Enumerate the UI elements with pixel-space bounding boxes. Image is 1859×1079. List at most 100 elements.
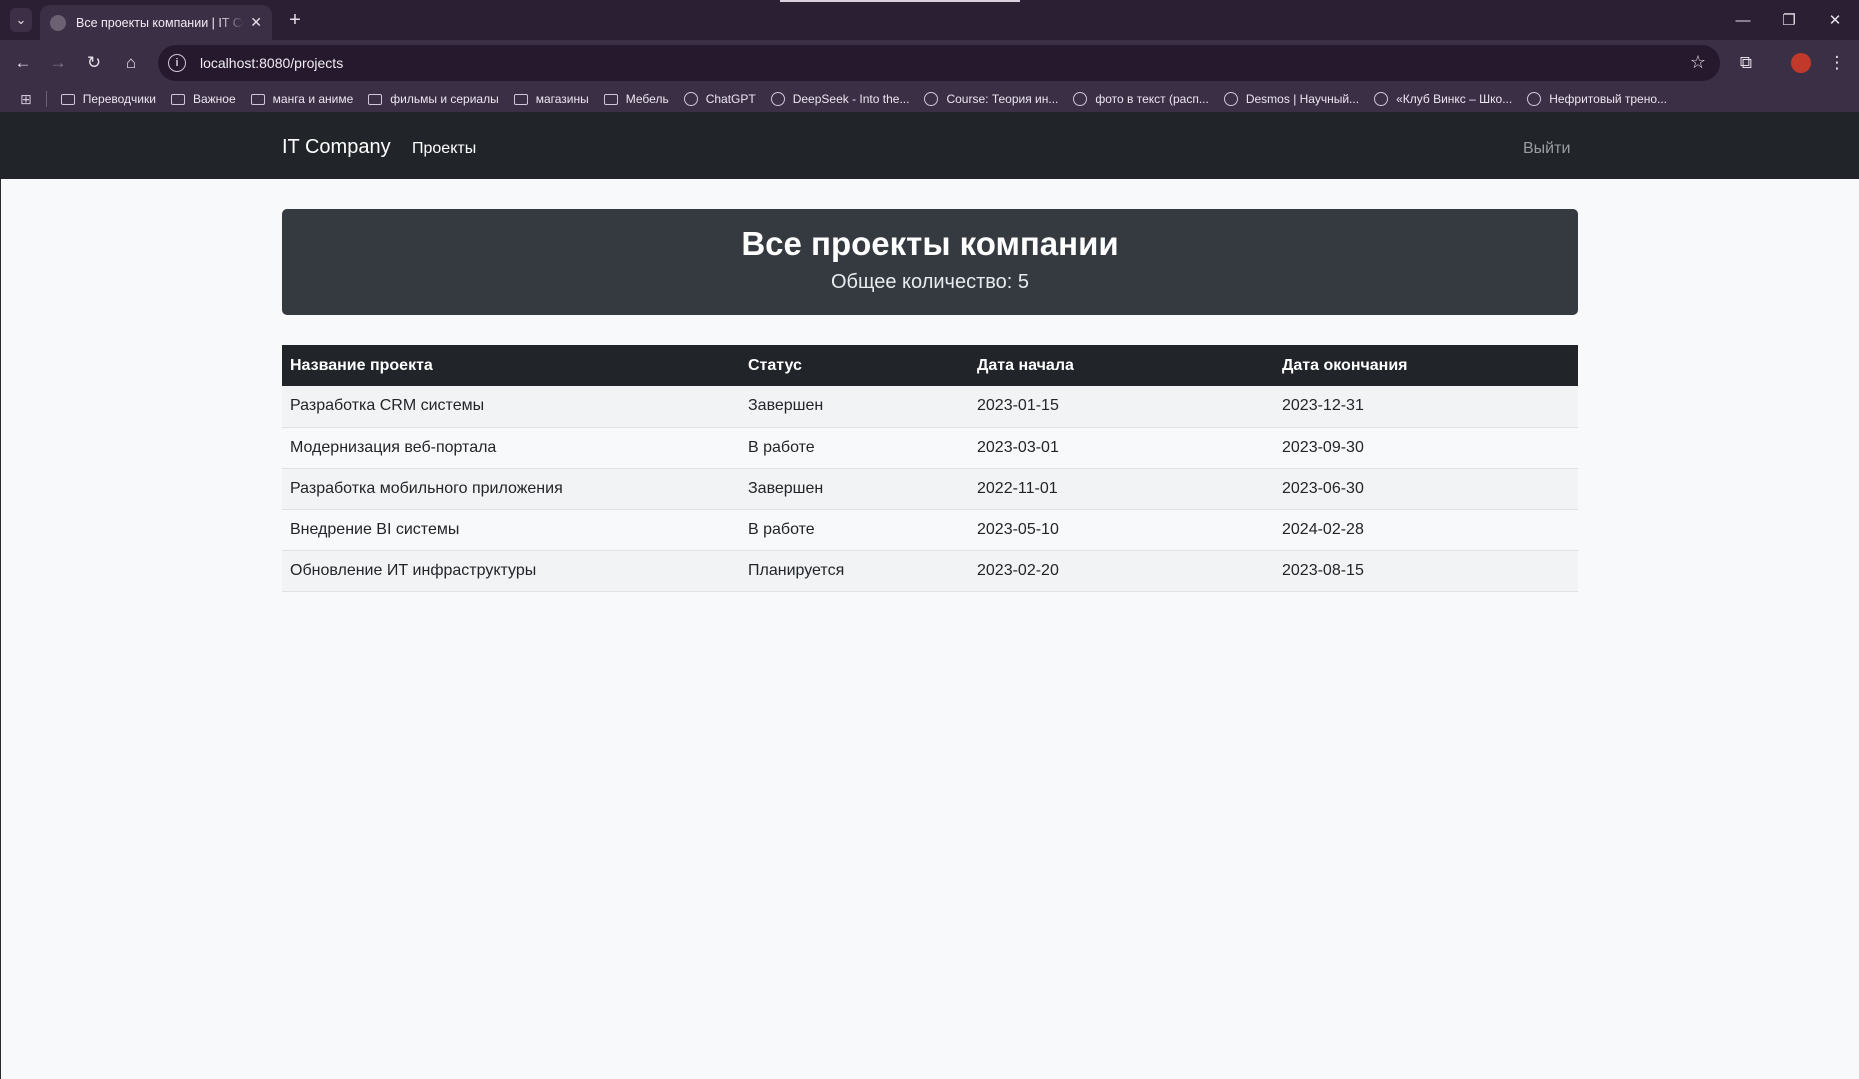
bookmark-label: фото в текст (расп... (1095, 92, 1209, 106)
bookmark-item[interactable]: «Клуб Винкс – Шко... (1374, 92, 1512, 106)
bookmark-item[interactable]: манга и аниме (250, 92, 353, 106)
column-header: Дата окончания (1274, 345, 1578, 386)
avatar-icon (1791, 53, 1811, 73)
bookmark-item[interactable]: DeepSeek - Into the... (770, 92, 910, 106)
deepseek-icon (770, 92, 785, 106)
bookmarks-bar: ⊞ Переводчики Важное манга и аниме фильмы и… (0, 86, 1859, 112)
globe-icon (1527, 92, 1542, 106)
table-cell: 2023-09-30 (1274, 427, 1578, 469)
close-icon: ✕ (1828, 12, 1842, 29)
arrow-left-icon: ← (14, 53, 32, 72)
bookmark-label: магазины (535, 92, 589, 106)
bookmark-item[interactable]: Переводчики (60, 92, 156, 106)
bookmark-label: ChatGPT (705, 92, 756, 106)
tab-strip: ⌄ Все проекты компании | IT Company ✕ + … (0, 0, 1859, 40)
bookmark-item[interactable]: фильмы и сериалы (368, 92, 499, 106)
project-count: Общее количество: 5 (830, 271, 1029, 293)
bookmark-item[interactable]: фото в текст (расп... (1073, 92, 1209, 106)
minimize-icon: — (1735, 11, 1751, 29)
bookmark-label: Переводчики (82, 92, 156, 106)
bookmark-item[interactable]: ChatGPT (683, 92, 756, 106)
arrow-right-icon: → (49, 53, 67, 72)
close-icon[interactable]: ✕ (250, 14, 262, 31)
home-icon: ⌂ (125, 53, 137, 72)
plus-icon: + (289, 8, 301, 31)
page-header: Все проекты компании Общее количество: 5 (282, 209, 1578, 315)
table-cell: 2024-02-28 (1274, 509, 1578, 551)
back-button[interactable]: ← (9, 49, 37, 77)
restore-icon: ❐ (1782, 12, 1796, 29)
active-tab[interactable]: Все проекты компании | IT Company ✕ (40, 5, 272, 40)
home-button[interactable]: ⌂ (117, 49, 145, 77)
window-drag-indicator (780, 0, 1020, 2)
bookmark-item[interactable]: Course: Теория ин... (924, 92, 1058, 106)
logout-link[interactable]: Выйти (1523, 140, 1570, 158)
brand-link[interactable]: IT Company (282, 136, 391, 159)
globe-icon (1374, 92, 1389, 106)
bookmark-label: Нефритовый трено... (1549, 92, 1668, 106)
nav-link-projects[interactable]: Проекты (412, 140, 476, 158)
column-header: Название проекта (282, 345, 740, 386)
table-row: Разработка CRM системы Завершен 2023-01-15… (282, 386, 1578, 428)
bookmark-label: DeepSeek - Into the... (792, 92, 910, 106)
table-cell: В работе (740, 427, 969, 469)
address-bar[interactable]: i localhost:8080/projects ☆ (158, 45, 1720, 81)
extensions-button[interactable]: ⧉ (1732, 49, 1760, 77)
column-header: Статус (740, 345, 969, 386)
globe-icon (1223, 92, 1238, 106)
table-header-row: Название проекта Статус Дата начала Дата… (282, 345, 1578, 386)
table-cell: Модернизация веб-портала (282, 427, 740, 469)
tab-title: Все проекты компании | IT Company (76, 15, 244, 30)
info-icon[interactable]: i (168, 54, 186, 72)
bookmark-label: фильмы и сериалы (390, 92, 499, 106)
apps-grid-icon: ⊞ (20, 90, 32, 107)
bookmark-item[interactable]: Мебель (603, 92, 669, 106)
table-cell: Завершен (740, 468, 969, 510)
close-window-button[interactable]: ✕ (1812, 6, 1858, 34)
chatgpt-icon (683, 92, 698, 106)
browser-toolbar: ← → ↻ ⌂ i localhost:8080/projects ☆ ⧉ ⋮ (0, 40, 1859, 86)
minimize-button[interactable]: — (1720, 6, 1766, 34)
profile-avatar[interactable] (1787, 49, 1815, 77)
url-text[interactable]: localhost:8080/projects (200, 55, 343, 71)
table-cell: 2023-12-31 (1274, 386, 1578, 428)
table-row: Внедрение BI системы В работе 2023-05-10 20… (282, 509, 1578, 551)
table-row: Разработка мобильного приложения Завершен… (282, 468, 1578, 510)
page-title: Все проекты компании (741, 225, 1119, 262)
restore-button[interactable]: ❐ (1766, 6, 1812, 34)
more-vert-icon: ⋮ (1828, 53, 1846, 72)
globe-icon (50, 14, 66, 31)
table-cell: Разработка CRM системы (282, 386, 740, 428)
table-row: Обновление ИТ инфраструктуры Планируется 2… (282, 550, 1578, 592)
bookmark-item[interactable]: Нефритовый трено... (1527, 92, 1667, 106)
folder-icon (368, 93, 383, 105)
bookmark-item[interactable]: Desmos | Научный... (1223, 92, 1359, 106)
star-icon[interactable]: ☆ (1690, 52, 1706, 73)
apps-button[interactable]: ⊞ (20, 91, 32, 108)
bookmark-label: «Клуб Винкс – Шко... (1396, 92, 1513, 106)
table-cell: Разработка мобильного приложения (282, 468, 740, 510)
table-row: Модернизация веб-портала В работе 2023-03-… (282, 427, 1578, 469)
window-edge (0, 179, 1, 1079)
bookmark-divider (45, 91, 47, 107)
chevron-down-icon: ⌄ (15, 12, 27, 27)
menu-button[interactable]: ⋮ (1823, 49, 1851, 77)
bookmark-label: Важное (192, 92, 236, 106)
reload-icon: ↻ (86, 53, 102, 72)
table-cell: 2023-06-30 (1274, 468, 1578, 510)
folder-icon (513, 93, 528, 105)
reload-button[interactable]: ↻ (80, 49, 108, 77)
projects-table: Название проекта Статус Дата начала Дата… (282, 345, 1578, 592)
folder-icon (603, 93, 618, 105)
table-cell: Внедрение BI системы (282, 509, 740, 551)
tab-search-button[interactable]: ⌄ (10, 8, 32, 32)
bookmark-item[interactable]: Важное (170, 92, 236, 106)
table-cell: 2023-03-01 (969, 427, 1274, 469)
table-cell: 2023-02-20 (969, 550, 1274, 592)
forward-button[interactable]: → (44, 49, 72, 77)
bookmark-item[interactable]: магазины (513, 92, 589, 106)
new-tab-button[interactable]: + (283, 8, 307, 32)
ocr-icon (1073, 92, 1088, 106)
column-header: Дата начала (969, 345, 1274, 386)
bookmark-label: Course: Теория ин... (946, 92, 1059, 106)
